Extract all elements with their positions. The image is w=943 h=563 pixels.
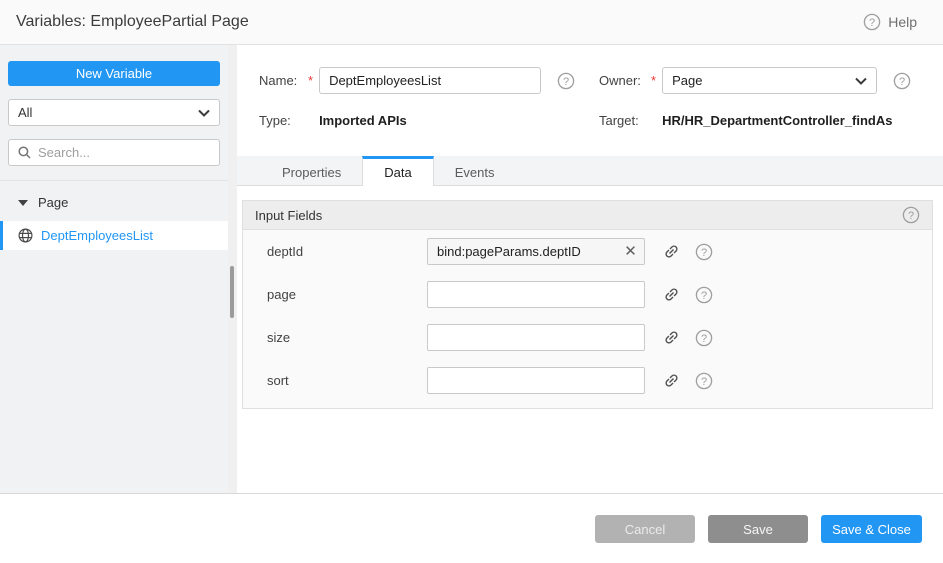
field-label: page [267,287,427,302]
tree-group-page[interactable]: Page [0,190,228,215]
save-button[interactable]: Save [708,515,808,543]
tree-item-label: DeptEmployeesList [41,228,153,243]
variable-filter-value: All [18,105,32,120]
save-and-close-button[interactable]: Save & Close [821,515,922,543]
target-label: Target: [599,113,649,128]
owner-select[interactable]: Page [662,67,877,94]
search-box [8,139,220,166]
page-title: Variables: EmployeePartial Page [16,13,249,31]
name-required-mark: * [308,73,313,88]
size-help-icon[interactable]: ? [695,329,713,347]
page-value-input[interactable] [427,281,645,308]
dialog-header: Variables: EmployeePartial Page ? Help [0,0,943,45]
sidebar-scrollbar[interactable] [228,45,237,493]
svg-text:?: ? [701,376,707,388]
page-help-icon[interactable]: ? [695,286,713,304]
dialog-footer: Cancel Save Save & Close [0,494,943,562]
field-label: sort [267,373,427,388]
input-fields-body: deptId ✕ ? page [243,230,932,408]
editor-tabs: Properties Data Events [237,156,943,186]
svg-text:?: ? [701,333,707,345]
svg-text:?: ? [908,210,914,222]
size-value-input[interactable] [427,324,645,351]
input-fields-help-icon[interactable]: ? [902,206,920,224]
svg-text:?: ? [899,76,905,88]
owner-help-icon[interactable]: ? [893,72,911,90]
type-value: Imported APIs [319,113,407,128]
search-input[interactable] [38,145,214,160]
target-value: HR/HR_DepartmentController_findAss… [662,113,892,128]
tab-events[interactable]: Events [434,156,516,185]
search-icon [18,146,31,159]
field-row-deptid: deptId ✕ ? [243,230,932,273]
variable-form: Name: * ? Owner: * Page ? [237,45,943,128]
sidebar-item-deptemployeeslist[interactable]: DeptEmployeesList [0,221,228,250]
svg-text:?: ? [701,247,707,259]
input-fields-panel: Input Fields ? deptId ✕ ? [242,200,933,409]
svg-text:?: ? [869,17,875,29]
tab-data[interactable]: Data [362,156,433,186]
field-row-size: size ? [243,316,932,359]
variable-tree: Page DeptEmployeesList [0,180,228,250]
svg-text:?: ? [563,76,569,88]
link-icon[interactable] [659,239,683,263]
variable-editor: Name: * ? Owner: * Page ? [237,45,943,493]
name-help-icon[interactable]: ? [557,72,575,90]
name-label: Name: [259,73,306,88]
variables-sidebar: New Variable All Page [0,45,228,493]
input-fields-header: Input Fields ? [243,201,932,230]
variable-filter-select[interactable]: All [8,99,220,126]
collapse-triangle-icon [18,200,28,206]
link-icon[interactable] [659,325,683,349]
sort-value-input[interactable] [427,367,645,394]
link-icon[interactable] [659,368,683,392]
dialog-body: New Variable All Page [0,45,943,494]
field-row-page: page ? [243,273,932,316]
name-field[interactable] [319,67,541,94]
globe-icon [18,228,33,243]
link-icon[interactable] [659,282,683,306]
question-circle-icon: ? [863,13,881,31]
sort-help-icon[interactable]: ? [695,372,713,390]
help-label: Help [888,14,917,30]
deptid-help-icon[interactable]: ? [695,243,713,261]
new-variable-button[interactable]: New Variable [8,61,220,86]
type-label: Type: [259,113,306,128]
close-icon[interactable]: ✕ [622,243,639,260]
input-fields-title: Input Fields [255,208,322,223]
chevron-down-icon [198,109,210,117]
chevron-down-icon [855,77,867,85]
svg-text:?: ? [701,290,707,302]
field-label: deptId [267,244,427,259]
cancel-button[interactable]: Cancel [595,515,695,543]
tree-group-label: Page [38,195,68,210]
deptid-value-input[interactable] [427,238,645,265]
owner-label: Owner: [599,73,649,88]
tab-properties[interactable]: Properties [261,156,362,185]
help-button[interactable]: ? Help [863,13,917,31]
field-label: size [267,330,427,345]
field-row-sort: sort ? [243,359,932,402]
scrollbar-thumb[interactable] [230,266,234,318]
owner-value: Page [672,73,702,88]
owner-required-mark: * [651,73,656,88]
